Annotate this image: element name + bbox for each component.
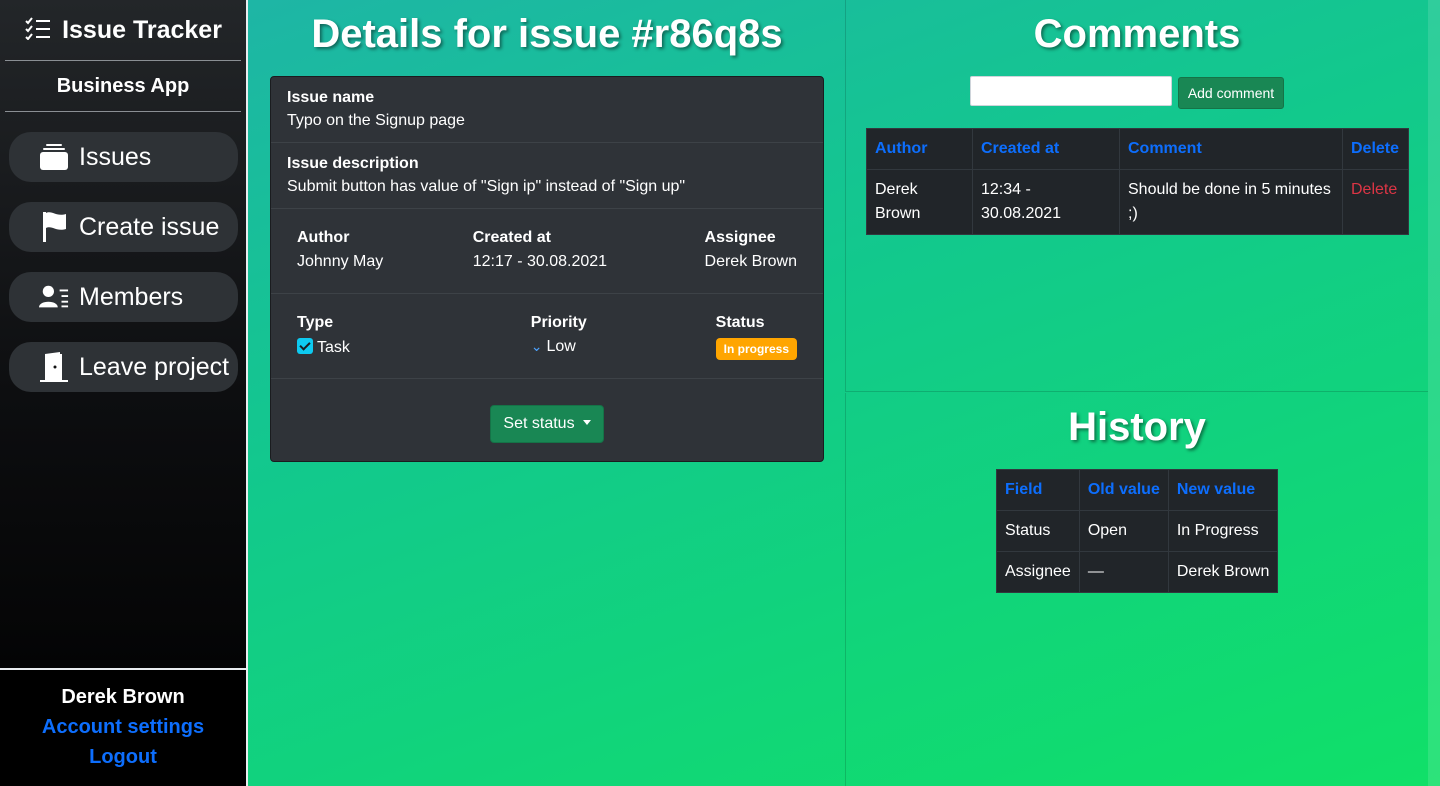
history-field: Assignee <box>996 551 1080 593</box>
table-header-row: Field Old value New value <box>996 469 1279 511</box>
created-at-value: 12:17 - 30.08.2021 <box>472 253 608 270</box>
comment-created-at: 12:34 - 30.08.2021 <box>972 169 1120 235</box>
type-value-wrap: Task <box>297 338 350 357</box>
status-cell: Status In progress <box>715 314 797 360</box>
table-header-row: Author Created at Comment Delete <box>866 128 1409 170</box>
table-row: Assignee — Derek Brown <box>996 551 1279 593</box>
logout-link[interactable]: Logout <box>0 746 246 776</box>
user-panel: Derek Brown Account settings Logout <box>0 668 246 786</box>
person-lines-icon <box>39 281 69 313</box>
comment-text: Should be done in 5 minutes ;) <box>1119 169 1343 235</box>
priority-cell: Priority ⌄ Low <box>531 314 587 358</box>
history-old-value: — <box>1078 551 1169 593</box>
sidebar-item-label: Create issue <box>79 212 220 241</box>
issue-name-value: Typo on the Signup page <box>287 112 465 129</box>
list-check-icon <box>24 16 52 45</box>
sidebar: Issue Tracker Business App Issues Create… <box>0 0 248 786</box>
column-header-new-value[interactable]: New value <box>1167 469 1279 511</box>
brand[interactable]: Issue Tracker <box>0 0 246 60</box>
comments-table: Author Created at Comment Delete Derek B… <box>866 128 1409 235</box>
priority-value: Low <box>546 338 576 355</box>
table-row: Status Open In Progress <box>996 510 1279 552</box>
comments-panel: Comments Add comment Author Created at C… <box>845 0 1428 392</box>
created-at-label: Created at <box>472 229 551 246</box>
sidebar-item-label: Issues <box>79 142 152 171</box>
history-panel: History Field Old value New value Status… <box>845 393 1428 786</box>
issue-description-value: Submit button has value of "Sign ip" ins… <box>287 178 686 195</box>
check-square-icon <box>297 338 313 354</box>
chevron-down-icon: ⌄ <box>530 338 543 354</box>
issue-meta-row: Author Johnny May Created at 12:17 - 30.… <box>271 209 823 294</box>
table-row: Derek Brown 12:34 - 30.08.2021 Should be… <box>866 169 1409 235</box>
current-user-name: Derek Brown <box>61 686 185 708</box>
history-title: History <box>1068 405 1206 449</box>
delete-comment-cell: Delete <box>1342 169 1409 235</box>
comment-author: Derek Brown <box>866 169 973 235</box>
type-value: Task <box>317 339 350 356</box>
sidebar-item-label: Members <box>79 282 184 311</box>
account-settings-link[interactable]: Account settings <box>0 716 246 746</box>
sidebar-item-members[interactable]: Members <box>9 272 238 322</box>
author-value: Johnny May <box>297 253 384 270</box>
column-header-old-value[interactable]: Old value <box>1078 469 1169 511</box>
issue-details-panel: Details for issue #r86q8s Issue name Typ… <box>250 0 844 786</box>
flag-icon <box>39 211 69 243</box>
priority-label: Priority <box>530 314 587 331</box>
assignee-label: Assignee <box>704 229 776 246</box>
column-header-delete[interactable]: Delete <box>1342 128 1409 170</box>
column-header-field[interactable]: Field <box>996 469 1080 511</box>
collection-icon <box>39 141 69 173</box>
assignee-value: Derek Brown <box>704 253 797 270</box>
sidebar-nav: Issues Create issue Members Leave projec… <box>0 112 246 392</box>
issue-name-row: Issue name Typo on the Signup page <box>271 77 823 143</box>
sidebar-item-issues[interactable]: Issues <box>9 132 238 182</box>
add-comment-button[interactable]: Add comment <box>1177 77 1285 109</box>
comment-form: Add comment <box>826 76 1428 109</box>
issue-description-label: Issue description <box>287 155 419 172</box>
scrollbar[interactable] <box>1428 0 1440 786</box>
set-status-label: Set status <box>503 415 575 432</box>
author-label: Author <box>297 229 350 246</box>
door-open-icon <box>39 351 69 383</box>
issue-name-label: Issue name <box>287 89 375 106</box>
priority-value-wrap: ⌄ Low <box>531 338 587 356</box>
author-cell: Author Johnny May <box>297 229 383 273</box>
sidebar-item-create-issue[interactable]: Create issue <box>9 202 238 252</box>
history-new-value: Derek Brown <box>1167 551 1279 593</box>
history-old-value: Open <box>1078 510 1169 552</box>
history-new-value: In Progress <box>1167 510 1279 552</box>
column-header-comment[interactable]: Comment <box>1119 128 1343 170</box>
status-badge: In progress <box>715 338 797 360</box>
set-status-button[interactable]: Set status <box>490 405 604 443</box>
created-at-cell: Created at 12:17 - 30.08.2021 <box>473 229 607 273</box>
brand-title: Issue Tracker <box>62 15 222 44</box>
history-table: Field Old value New value Status Open In… <box>996 469 1279 593</box>
type-cell: Type Task <box>297 314 350 358</box>
issue-details-card: Issue name Typo on the Signup page Issue… <box>270 76 824 462</box>
page-title: Details for issue #r86q8s <box>311 12 783 56</box>
sidebar-item-leave-project[interactable]: Leave project <box>9 342 238 392</box>
column-header-created-at[interactable]: Created at <box>972 128 1120 170</box>
issue-attributes-row: Type Task Priority ⌄ Low Status In progre… <box>271 294 823 379</box>
caret-down-icon <box>582 419 591 425</box>
history-field: Status <box>996 510 1080 552</box>
issue-description-row: Issue description Submit button has valu… <box>271 143 823 209</box>
type-label: Type <box>297 314 334 331</box>
comment-input[interactable] <box>969 76 1172 106</box>
column-header-author[interactable]: Author <box>866 128 973 170</box>
assignee-cell: Assignee Derek Brown <box>705 229 797 273</box>
comments-title: Comments <box>1033 12 1241 56</box>
sidebar-item-label: Leave project <box>79 352 230 381</box>
project-name: Business App <box>56 74 190 97</box>
delete-comment-link[interactable]: Delete <box>1351 181 1397 198</box>
status-label: Status <box>715 314 765 331</box>
